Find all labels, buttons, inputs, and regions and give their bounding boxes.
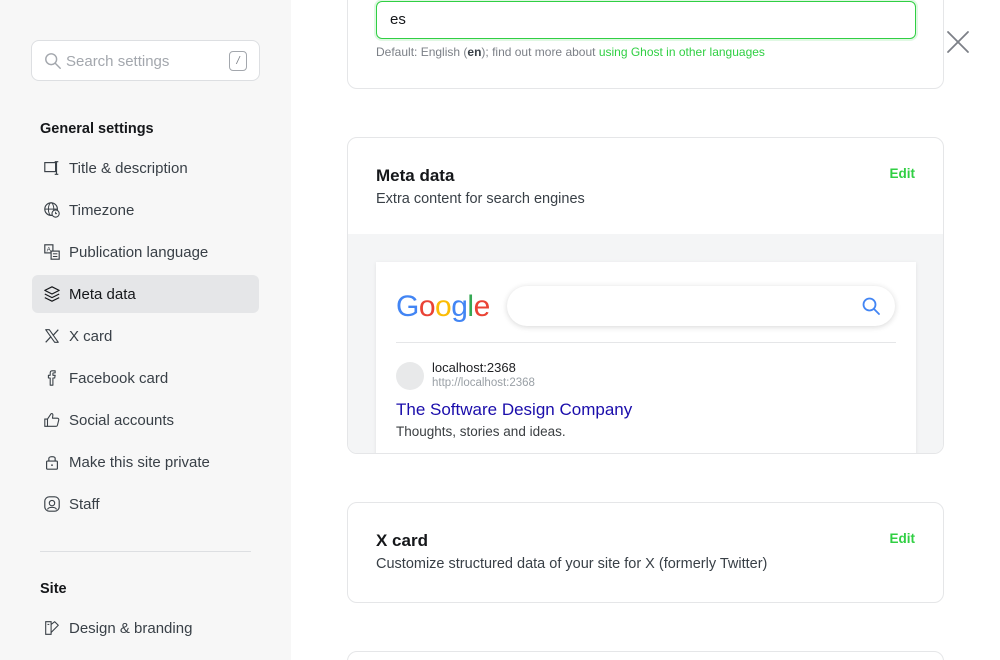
sidebar-item-design-branding[interactable]: Design & branding (32, 609, 259, 647)
search-icon (862, 297, 880, 315)
preview-divider (396, 342, 896, 343)
staff-icon (42, 494, 62, 514)
sidebar-item-timezone[interactable]: Timezone (32, 191, 259, 229)
meta-data-description: Extra content for search engines (376, 191, 585, 207)
close-icon[interactable] (945, 29, 971, 55)
settings-sidebar: Search settings / General settings Title… (0, 0, 291, 660)
sidebar-item-label: Social accounts (69, 411, 175, 429)
google-search-bar (507, 286, 895, 326)
meta-data-card: Meta data Extra content for search engin… (347, 137, 944, 454)
layers-icon (42, 284, 62, 304)
sidebar-item-label: Meta data (69, 285, 136, 303)
sidebar-item-label: Publication language (69, 243, 209, 261)
sidebar-item-label: Title & description (69, 159, 188, 177)
sidebar-item-title-description[interactable]: Title & description (32, 149, 259, 187)
google-search-preview: Google localhost:2368 http://localhost:2… (376, 262, 916, 453)
search-placeholder: Search settings (66, 53, 170, 70)
sidebar-item-x-card[interactable]: X card (32, 317, 259, 355)
x-card-section: X card Customize structured data of your… (347, 502, 944, 603)
lock-icon (42, 452, 62, 472)
search-preview-area: Google localhost:2368 http://localhost:2… (348, 234, 943, 453)
meta-data-title: Meta data (376, 166, 455, 185)
x-card-edit-button[interactable]: Edit (890, 531, 916, 546)
general-settings-heading: General settings (40, 121, 154, 137)
search-settings-input[interactable]: Search settings / (31, 40, 260, 81)
globe-clock-icon (42, 200, 62, 220)
x-logo-icon (42, 326, 62, 346)
sidebar-item-label: X card (69, 327, 113, 345)
sidebar-item-staff[interactable]: Staff (32, 485, 259, 523)
sidebar-item-label: Timezone (69, 201, 135, 219)
x-card-title: X card (376, 531, 428, 550)
preview-site-title: The Software Design Company (396, 400, 633, 419)
x-card-description: Customize structured data of your site f… (376, 556, 768, 572)
sidebar-item-make-site-private[interactable]: Make this site private (32, 443, 259, 481)
next-settings-card (347, 651, 944, 660)
sidebar-item-label: Facebook card (69, 369, 169, 387)
site-favicon (396, 362, 424, 390)
sidebar-item-facebook-card[interactable]: Facebook card (32, 359, 259, 397)
preview-site-description: Thoughts, stories and ideas. (396, 424, 566, 439)
sidebar-item-label: Staff (69, 495, 100, 513)
sidebar-divider (40, 551, 251, 552)
publication-language-input[interactable]: es (376, 1, 916, 39)
keyboard-shortcut-badge: / (229, 51, 247, 71)
search-icon (45, 53, 61, 69)
preview-url: http://localhost:2368 (432, 377, 535, 389)
publication-language-card: es Default: English (en); find out more … (347, 0, 944, 89)
facebook-icon (42, 368, 62, 388)
google-logo: Google (396, 290, 490, 323)
meta-data-edit-button[interactable]: Edit (890, 166, 916, 181)
language-hint: Default: English (en); find out more abo… (376, 45, 765, 59)
site-heading: Site (40, 581, 67, 597)
preview-host: localhost:2368 (432, 360, 516, 375)
sidebar-item-label: Make this site private (69, 453, 210, 471)
sidebar-item-social-accounts[interactable]: Social accounts (32, 401, 259, 439)
title-icon (42, 158, 62, 178)
sidebar-item-label: Design & branding (69, 619, 193, 637)
translate-icon: A (42, 242, 62, 262)
sidebar-item-meta-data[interactable]: Meta data (32, 275, 259, 313)
paintbrush-icon (42, 618, 62, 638)
thumbs-up-icon (42, 410, 62, 430)
sidebar-item-publication-language[interactable]: A Publication language (32, 233, 259, 271)
ghost-languages-link[interactable]: using Ghost in other languages (599, 45, 765, 59)
